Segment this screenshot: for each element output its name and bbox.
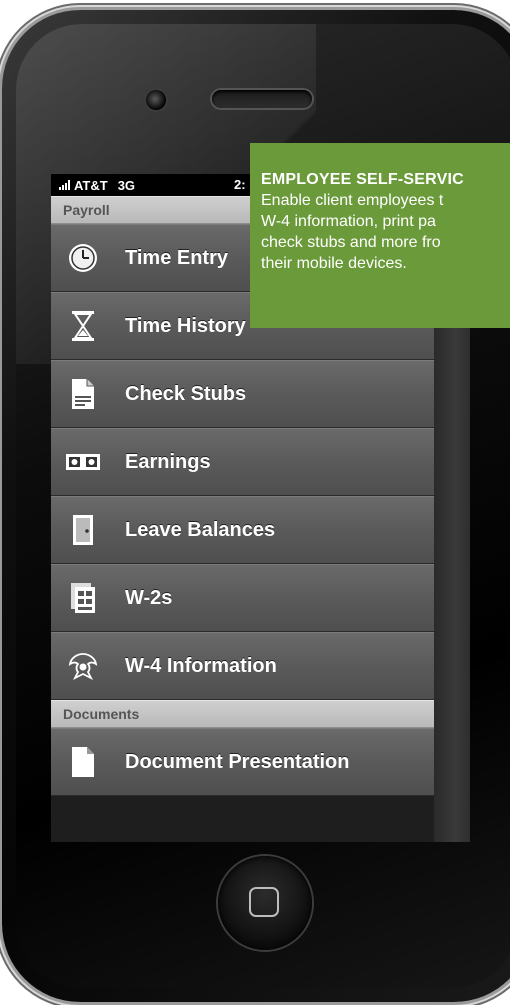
- document-icon: [65, 376, 101, 412]
- status-time: 2:: [234, 177, 246, 192]
- earpiece-speaker: [212, 90, 312, 108]
- callout-body: Enable client employees t W-4 informatio…: [261, 190, 510, 274]
- clock-icon: [65, 240, 101, 276]
- menu-item-label: Time History: [125, 314, 246, 337]
- callout-line: Enable client employees t: [261, 192, 444, 209]
- signal-strength-icon: [59, 180, 71, 190]
- menu-item-label: W-2s: [125, 586, 173, 609]
- page-icon: [65, 744, 101, 780]
- menu-item-check-stubs[interactable]: Check Stubs: [51, 360, 434, 428]
- menu-item-label: Document Presentation: [125, 750, 350, 773]
- callout-title: EMPLOYEE SELF-SERVIC: [261, 171, 464, 188]
- front-camera: [146, 90, 166, 110]
- callout-line: their mobile devices.: [261, 255, 407, 272]
- door-icon: [65, 512, 101, 548]
- forms-icon: [65, 580, 101, 616]
- menu-item-w4-information[interactable]: W-4 Information: [51, 632, 434, 700]
- money-icon: [65, 444, 101, 480]
- feature-callout: EMPLOYEE SELF-SERVIC Enable client emplo…: [250, 143, 510, 328]
- menu-item-w2s[interactable]: W-2s: [51, 564, 434, 632]
- menu-item-label: Time Entry: [125, 246, 228, 269]
- callout-line: W-4 information, print pa: [261, 213, 436, 230]
- home-button[interactable]: [218, 856, 312, 950]
- menu-item-label: W-4 Information: [125, 654, 277, 677]
- menu-item-label: Check Stubs: [125, 382, 247, 405]
- carrier-name: AT&T: [74, 177, 108, 193]
- network-type: 3G: [117, 177, 136, 193]
- menu-item-label: Earnings: [125, 450, 211, 473]
- menu-item-label: Leave Balances: [125, 518, 276, 541]
- eagle-seal-icon: [65, 648, 101, 684]
- phone-mockup-stage: AT&T 3G 2: Payroll Time Entry Time Histo…: [0, 0, 510, 1005]
- callout-line: check stubs and more fro: [261, 234, 441, 251]
- menu-item-earnings[interactable]: Earnings: [51, 428, 434, 496]
- section-header-documents: Documents: [51, 700, 434, 728]
- hourglass-icon: [65, 308, 101, 344]
- home-square-icon: [249, 887, 279, 917]
- menu-item-document-presentation[interactable]: Document Presentation: [51, 728, 434, 796]
- menu-item-leave-balances[interactable]: Leave Balances: [51, 496, 434, 564]
